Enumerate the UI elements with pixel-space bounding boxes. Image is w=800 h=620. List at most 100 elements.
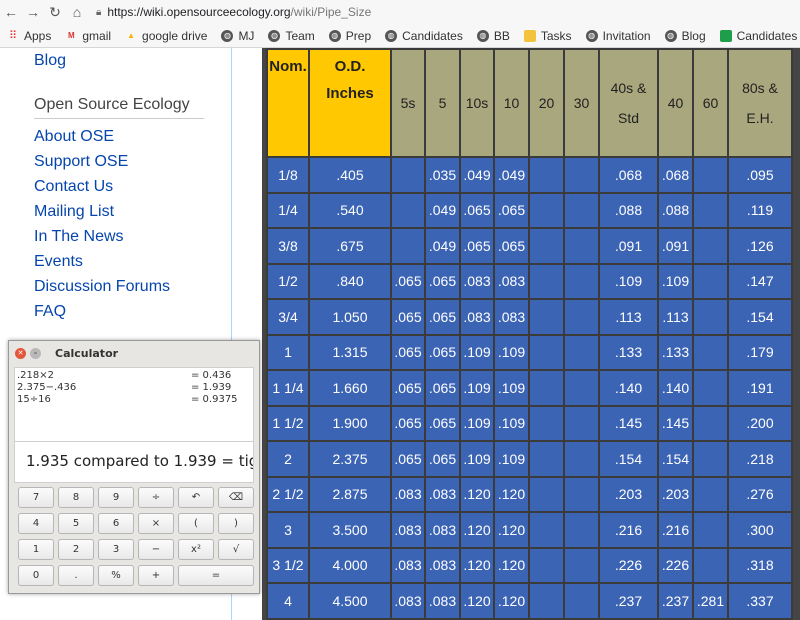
bookmarks-bar: ⠿ Apps Mgmail ▲ google drive ◍ MJ ◍ Team ◍ Prep ◍ Ca… xyxy=(0,24,800,48)
sidebar-link-events[interactable]: Events xyxy=(34,253,83,271)
wall-thickness-cell xyxy=(528,475,565,513)
wall-thickness-cell: .065 xyxy=(424,333,461,371)
minimize-icon[interactable]: – xyxy=(30,347,41,359)
sidebar-link-about-ose[interactable]: About OSE xyxy=(34,128,114,146)
bookmark-item[interactable]: ◍ Invitation xyxy=(579,29,658,43)
table-row: 1 1/4 1.660.065.065.109.109.140.140.191 xyxy=(266,369,793,407)
wall-thickness-cell: .276 xyxy=(727,475,793,513)
calculator-titlebar[interactable]: ✕ – Calculator xyxy=(9,341,259,365)
sidebar-link-contact-us[interactable]: Contact Us xyxy=(34,178,113,196)
table-row: 1/2.840.065.065.083.083.109.109.147 xyxy=(266,262,793,300)
key-percent[interactable]: % xyxy=(98,565,134,586)
wall-thickness-cell xyxy=(528,511,565,549)
wall-thickness-cell xyxy=(563,227,600,265)
reload-icon[interactable]: ↻ xyxy=(44,4,66,21)
header-schedule-5: 5 xyxy=(424,48,461,158)
wall-thickness-cell: .109 xyxy=(493,440,530,478)
wall-thickness-cell xyxy=(528,369,565,407)
key-decimal[interactable]: . xyxy=(58,565,94,586)
bookmark-item[interactable]: Candidates xyxy=(713,29,800,43)
bookmark-item[interactable]: ⠿ Apps xyxy=(0,29,58,43)
sidebar-link-support-ose[interactable]: Support OSE xyxy=(34,153,128,171)
sidebar-heading: Open Source Ecology xyxy=(34,96,190,113)
key-open-paren[interactable]: ( xyxy=(178,513,214,534)
nominal-size-cell: 1/8 xyxy=(266,156,310,194)
bookmark-item[interactable]: ◍ Team xyxy=(261,29,321,43)
wall-thickness-cell: .083 xyxy=(493,298,530,336)
sidebar-link-blog[interactable]: Blog xyxy=(34,52,66,70)
wall-thickness-cell: .065 xyxy=(424,404,461,442)
key-square-root[interactable]: √ xyxy=(218,539,254,560)
key-divide[interactable]: ÷ xyxy=(138,487,174,508)
sidebar-link-in-the-news[interactable]: In The News xyxy=(34,228,124,246)
table-row: 2 1/2 2.875.083.083.120.120.203.203.276 xyxy=(266,475,793,513)
wall-thickness-cell xyxy=(528,191,565,229)
sidebar-link-faq[interactable]: FAQ xyxy=(34,303,66,321)
key-3[interactable]: 3 xyxy=(98,539,134,560)
wall-thickness-cell: .065 xyxy=(493,191,530,229)
key-2[interactable]: 2 xyxy=(58,539,94,560)
wall-thickness-cell xyxy=(692,191,729,229)
key-0[interactable]: 0 xyxy=(18,565,54,586)
table-row: 4 4.500.083.083.120.120.237.237.281.337 xyxy=(266,582,793,620)
sidebar-link-mailing-list[interactable]: Mailing List xyxy=(34,203,114,221)
wall-thickness-cell: .109 xyxy=(459,404,495,442)
nominal-size-cell: 2 xyxy=(266,440,310,478)
key-subtract[interactable]: − xyxy=(138,539,174,560)
wall-thickness-cell: .109 xyxy=(459,333,495,371)
wall-thickness-cell xyxy=(563,262,600,300)
calculator-history: .218×2 = 0.436 2.375−.436 = 1.939 15÷16 … xyxy=(14,367,254,441)
wall-thickness-cell: .083 xyxy=(459,298,495,336)
sidebar-link-discussion-forums[interactable]: Discussion Forums xyxy=(34,278,170,296)
key-add[interactable]: + xyxy=(138,565,174,586)
bookmark-item[interactable]: ◍ MJ xyxy=(214,29,261,43)
undo-icon[interactable]: ↶ xyxy=(178,487,214,508)
key-4[interactable]: 4 xyxy=(18,513,54,534)
bookmark-item[interactable]: ◍ BB xyxy=(470,29,517,43)
calculator-display-input[interactable]: 1.935 compared to 1.939 = tight xyxy=(14,441,254,483)
globe-icon: ◍ xyxy=(664,29,677,42)
key-7[interactable]: 7 xyxy=(18,487,54,508)
pipe-size-table-container: Nom. O.D. Inches 5s 5 10s 10 20 30 40s &… xyxy=(262,48,800,620)
bookmark-item[interactable]: ◍ Prep xyxy=(322,29,378,43)
bookmark-item[interactable]: Mgmail xyxy=(58,29,118,43)
key-multiply[interactable]: × xyxy=(138,513,174,534)
bookmark-item[interactable]: ◍ Candidates xyxy=(378,29,470,43)
header-schedule-10: 10 xyxy=(493,48,530,158)
key-6[interactable]: 6 xyxy=(98,513,134,534)
address-bar[interactable]: 🔒︎ https://wiki.opensourceecology.org/wi… xyxy=(96,5,371,19)
backspace-icon[interactable]: ⌫ xyxy=(218,487,254,508)
nominal-size-cell: 1 1/2 xyxy=(266,404,310,442)
key-9[interactable]: 9 xyxy=(98,487,134,508)
sidebar-rule xyxy=(34,118,204,119)
gmail-icon: M xyxy=(68,30,75,40)
forward-arrow-icon[interactable]: → xyxy=(22,4,44,20)
table-row: 3/8.675.049.065.065.091.091.126 xyxy=(266,227,793,265)
key-1[interactable]: 1 xyxy=(18,539,54,560)
table-row: 3 3.500.083.083.120.120.216.216.300 xyxy=(266,511,793,549)
outer-diameter-cell: 2.375 xyxy=(308,440,392,478)
key-5[interactable]: 5 xyxy=(58,513,94,534)
key-8[interactable]: 8 xyxy=(58,487,94,508)
wall-thickness-cell: .337 xyxy=(727,582,793,620)
bookmark-item[interactable]: ◍ Blog xyxy=(658,29,713,43)
wall-thickness-cell: .237 xyxy=(657,582,694,620)
bookmark-item[interactable]: ▲ google drive xyxy=(118,29,214,43)
back-arrow-icon[interactable]: ← xyxy=(0,4,22,20)
wall-thickness-cell: .154 xyxy=(727,298,793,336)
header-schedule-40: 40 xyxy=(657,48,694,158)
bookmark-item[interactable]: Tasks xyxy=(517,29,579,43)
key-close-paren[interactable]: ) xyxy=(218,513,254,534)
calculator-window: ✕ – Calculator .218×2 = 0.436 2.375−.436… xyxy=(8,340,260,594)
history-row: 2.375−.436 = 1.939 xyxy=(17,382,251,394)
close-icon[interactable]: ✕ xyxy=(15,347,26,359)
wall-thickness-cell: .065 xyxy=(424,369,461,407)
header-40s-line1: 40s & xyxy=(610,80,647,96)
key-square[interactable]: x² xyxy=(178,539,214,560)
key-equals[interactable]: = xyxy=(178,565,254,586)
wall-thickness-cell: .065 xyxy=(493,227,530,265)
wall-thickness-cell: .083 xyxy=(390,582,426,620)
home-icon[interactable]: ⌂ xyxy=(66,4,88,20)
calculator-title: Calculator xyxy=(55,346,119,360)
nominal-size-cell: 1/4 xyxy=(266,191,310,229)
